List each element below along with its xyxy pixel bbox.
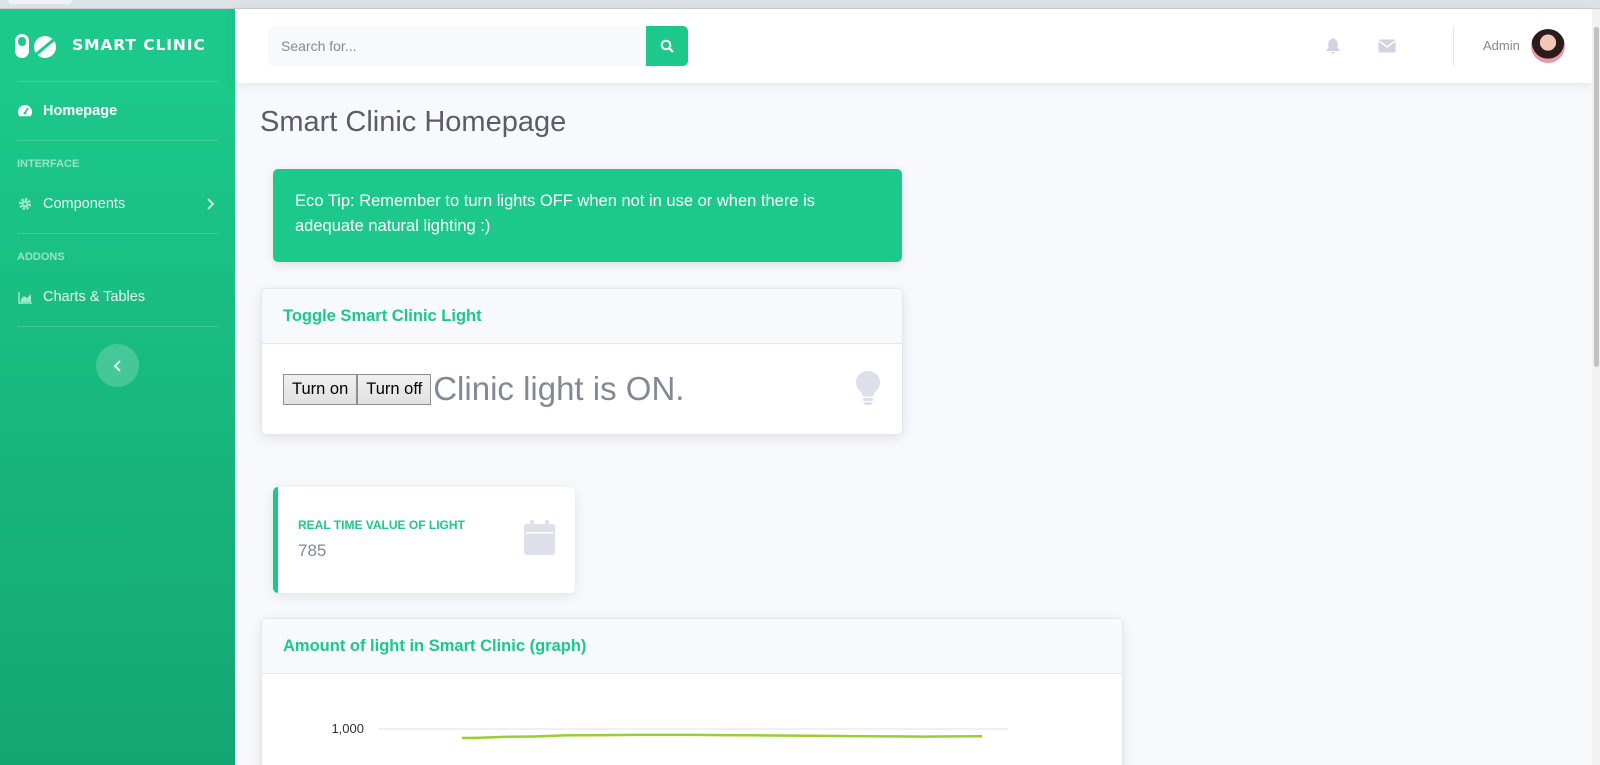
search-icon (660, 39, 674, 53)
lightbulb-icon (856, 371, 880, 405)
light-status-text: Clinic light is ON. (433, 370, 685, 407)
chevron-left-icon (113, 359, 121, 372)
pills-icon (15, 34, 56, 58)
gear-icon (17, 196, 33, 212)
calendar-icon (524, 520, 555, 555)
search-form (268, 26, 688, 66)
sidebar-item-charts-tables[interactable]: Charts & Tables (0, 268, 235, 326)
browser-tab[interactable] (8, 0, 72, 4)
stat-label: REAL TIME VALUE OF LIGHT (298, 518, 465, 532)
eco-tip-card: Eco Tip: Remember to turn lights OFF whe… (273, 169, 902, 262)
sidebar-item-homepage[interactable]: Homepage (0, 82, 235, 140)
search-input[interactable] (268, 26, 646, 66)
browser-tab-strip (0, 0, 1600, 9)
sidebar-item-label: Charts & Tables (43, 289, 146, 305)
sidebar-divider (17, 326, 218, 327)
envelope-icon[interactable] (1377, 36, 1397, 56)
chart-series-line (461, 733, 983, 740)
sidebar-item-label: Homepage (43, 103, 118, 119)
sidebar-item-components[interactable]: Components (0, 175, 235, 233)
topbar: Admin (235, 9, 1592, 83)
light-line-chart: 1,000 (331, 721, 1008, 740)
stat-value: 785 (298, 541, 327, 560)
chart-y-tick-label: 1,000 (331, 721, 364, 736)
light-toggle-card: Toggle Smart Clinic Light Turn on Turn o… (261, 288, 903, 435)
light-card-body: Turn on Turn off Clinic light is ON. (262, 344, 902, 434)
graph-card-header: Amount of light in Smart Clinic (graph) (262, 619, 1122, 674)
turn-on-button[interactable]: Turn on (283, 373, 358, 405)
sidebar: SMART CLINIC Homepage INTERFACE Componen… (0, 9, 235, 765)
sidebar-toggle-button[interactable] (96, 344, 139, 387)
brand-name: SMART CLINIC (72, 36, 206, 54)
light-card-header: Toggle Smart Clinic Light (262, 289, 902, 344)
turn-off-button[interactable]: Turn off (357, 373, 432, 405)
sidebar-heading-interface: INTERFACE (17, 158, 80, 170)
light-graph-card: Amount of light in Smart Clinic (graph) … (261, 618, 1123, 765)
sidebar-heading-addons: ADDONS (17, 251, 65, 263)
avatar[interactable] (1531, 29, 1565, 63)
area-chart-icon (17, 289, 33, 305)
topbar-divider (1453, 26, 1454, 66)
scrollbar-thumb[interactable] (1594, 27, 1599, 367)
bell-icon[interactable] (1323, 36, 1343, 56)
sidebar-item-label: Components (43, 196, 126, 212)
sidebar-brand[interactable]: SMART CLINIC (0, 9, 235, 81)
user-name[interactable]: Admin (1483, 38, 1520, 53)
chevron-right-icon (207, 198, 215, 210)
tachometer-icon (17, 103, 33, 119)
page-title: Smart Clinic Homepage (260, 106, 567, 138)
eco-tip-text: Eco Tip: Remember to turn lights OFF whe… (295, 192, 815, 235)
real-time-light-card: REAL TIME VALUE OF LIGHT 785 (273, 487, 575, 593)
search-button[interactable] (646, 26, 688, 66)
graph-body: 1,000 (262, 674, 1122, 765)
